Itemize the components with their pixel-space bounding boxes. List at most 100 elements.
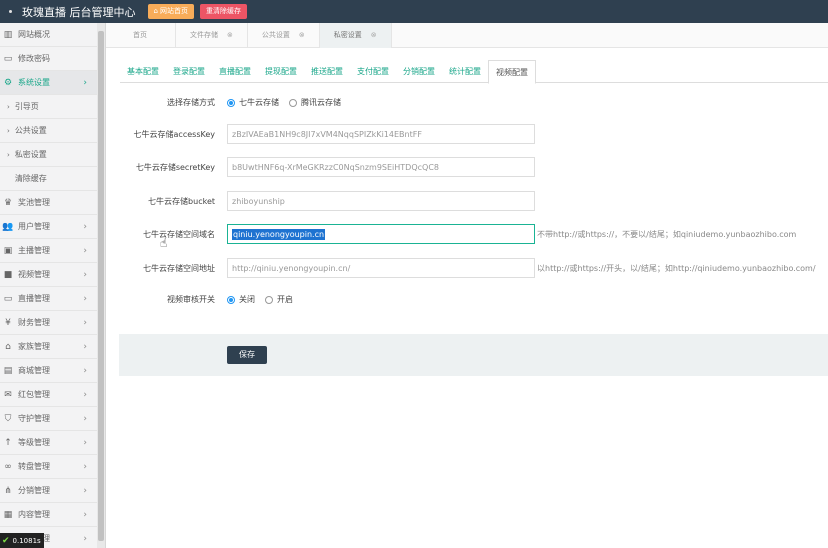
sidebar-item-videos[interactable]: ■ 视频管理 › bbox=[0, 263, 105, 287]
close-icon[interactable]: ⊗ bbox=[227, 23, 233, 48]
audit-off-label[interactable]: 关闭 bbox=[239, 294, 255, 305]
status-bar: ✔ 0.1081s bbox=[0, 533, 44, 548]
users-icon: 👥 bbox=[2, 221, 14, 232]
chevron-right-icon: › bbox=[83, 269, 87, 280]
video-icon: ■ bbox=[3, 269, 13, 280]
sidebar-item-live[interactable]: ▭ 直播管理 › bbox=[0, 287, 105, 311]
url-input[interactable]: http://qiniu.yenongyoupin.cn/ bbox=[227, 258, 535, 278]
chevron-right-icon: › bbox=[83, 509, 87, 520]
home-icon: ⌂ bbox=[153, 7, 158, 15]
sidebar-item-guide[interactable]: › 引导页 bbox=[0, 95, 105, 119]
load-time: 0.1081s bbox=[12, 536, 41, 545]
tab-basic-config[interactable]: 基本配置 bbox=[120, 60, 166, 83]
access-key-label: 七牛云存储accessKey bbox=[133, 129, 215, 139]
chevron-right-icon: › bbox=[83, 533, 87, 544]
chevron-right-icon: › bbox=[83, 413, 87, 424]
sidebar-item-private-settings[interactable]: › 私密设置 bbox=[0, 143, 105, 167]
yen-icon: ¥ bbox=[5, 317, 11, 328]
sidebar-item-level[interactable]: ↑ 等级管理 › bbox=[0, 431, 105, 455]
sidebar-item-finance[interactable]: ¥ 财务管理 › bbox=[0, 311, 105, 335]
close-icon[interactable]: ⊗ bbox=[299, 23, 305, 48]
sidebar-item-clear-cache[interactable]: ›清除缓存 bbox=[0, 167, 105, 191]
url-row: 七牛云存储空间地址 http://qiniu.yenongyoupin.cn/ … bbox=[120, 258, 816, 278]
tab-home[interactable]: 首页 bbox=[106, 23, 176, 48]
hand-cursor-icon: ☝ bbox=[160, 236, 168, 250]
tab-live-config[interactable]: 直播配置 bbox=[212, 60, 258, 83]
secret-key-label: 七牛云存储secretKey bbox=[135, 162, 215, 172]
storage-tencent-radio[interactable] bbox=[289, 98, 297, 107]
bucket-label: 七牛云存储bucket bbox=[148, 196, 215, 206]
bullet-icon: › bbox=[7, 150, 10, 159]
domain-hint: 不带http://或https://，不要以/结尾；如qiniudemo.yun… bbox=[537, 229, 797, 239]
sidebar-scrollbar[interactable] bbox=[97, 23, 105, 548]
scrollbar-thumb[interactable] bbox=[98, 31, 104, 541]
sidebar-item-prize-pool[interactable]: ♛ 奖池管理 bbox=[0, 191, 105, 215]
access-key-row: 七牛云存储accessKey zBzIVAEaB1NH9c8JI7xVM4Nqq… bbox=[120, 124, 535, 144]
level-icon: ↑ bbox=[4, 437, 12, 448]
audit-off-radio[interactable] bbox=[227, 295, 235, 304]
tab-withdraw-config[interactable]: 提现配置 bbox=[258, 60, 304, 83]
domain-input[interactable]: qiniu.yenongyoupin.cn bbox=[227, 224, 535, 244]
audit-on-label[interactable]: 开启 bbox=[277, 294, 293, 305]
sidebar-item-content[interactable]: ▦ 内容管理 › bbox=[0, 503, 105, 527]
bank-icon: ⌂ bbox=[5, 341, 11, 352]
chevron-right-icon: › bbox=[83, 317, 87, 328]
tab-push-config[interactable]: 推送配置 bbox=[304, 60, 350, 83]
monitor-icon: ▭ bbox=[3, 53, 13, 64]
video-audit-row: 视频审核开关 关闭 开启 bbox=[120, 294, 293, 305]
storage-qiniu-label[interactable]: 七牛云存储 bbox=[239, 97, 279, 108]
audit-on-radio[interactable] bbox=[265, 295, 273, 304]
sidebar-item-turntable[interactable]: ∞ 转盘管理 › bbox=[0, 455, 105, 479]
chevron-right-icon: › bbox=[83, 437, 87, 448]
save-button[interactable]: 保存 bbox=[227, 346, 267, 364]
sidebar-item-password[interactable]: ▭ 修改密码 bbox=[0, 47, 105, 71]
top-bar: 玫瑰直播 后台管理中心 ⌂ 网站首页 重清除缓存 bbox=[0, 0, 828, 23]
chevron-right-icon: › bbox=[83, 293, 87, 304]
domain-value-selected: qiniu.yenongyoupin.cn bbox=[232, 228, 326, 240]
sidebar-item-users[interactable]: 👥 用户管理 › bbox=[0, 215, 105, 239]
tab-distribution-config[interactable]: 分销配置 bbox=[396, 60, 442, 83]
bullet-icon: › bbox=[7, 126, 10, 135]
storage-qiniu-radio[interactable] bbox=[227, 98, 235, 107]
app-title: 玫瑰直播 后台管理中心 bbox=[22, 5, 136, 19]
chevron-right-icon: › bbox=[83, 389, 87, 400]
tab-stats-config[interactable]: 统计配置 bbox=[442, 60, 488, 83]
url-label: 七牛云存储空间地址 bbox=[143, 263, 215, 273]
shield-icon: ⛉ bbox=[4, 413, 12, 424]
storage-tencent-label[interactable]: 腾讯云存储 bbox=[301, 97, 341, 108]
chevron-down-icon: › bbox=[83, 77, 87, 88]
tab-file-storage[interactable]: 文件存储 ⊗ bbox=[176, 23, 248, 48]
chevron-right-icon: › bbox=[83, 485, 87, 496]
chevron-right-icon: › bbox=[83, 221, 87, 232]
sidebar-item-overview[interactable]: ▥ 网站概况 bbox=[0, 23, 105, 47]
tab-login-config[interactable]: 登录配置 bbox=[166, 60, 212, 83]
close-icon[interactable]: ⊗ bbox=[371, 23, 377, 48]
sidebar-item-public-settings[interactable]: › 公共设置 bbox=[0, 119, 105, 143]
bucket-input[interactable]: zhiboyunship bbox=[227, 191, 535, 211]
menu-dot-icon[interactable] bbox=[9, 10, 12, 13]
site-home-button[interactable]: ⌂ 网站首页 bbox=[147, 4, 194, 19]
bucket-row: 七牛云存储bucket zhiboyunship bbox=[120, 191, 535, 211]
sidebar-item-family[interactable]: ⌂ 家族管理 › bbox=[0, 335, 105, 359]
tab-public-settings[interactable]: 公共设置 ⊗ bbox=[248, 23, 320, 48]
sidebar-item-system-settings[interactable]: ⚙ 系统设置 › bbox=[0, 71, 105, 95]
bullet-icon: › bbox=[7, 102, 10, 111]
chevron-right-icon: › bbox=[83, 245, 87, 256]
secret-key-row: 七牛云存储secretKey b8UwtHNF6q-XrMeGKRzzC0NqS… bbox=[120, 157, 535, 177]
url-hint: 以http://或https://开头，以/结尾；如http://qiniude… bbox=[537, 263, 816, 273]
sidebar-item-shop[interactable]: ▤ 商城管理 › bbox=[0, 359, 105, 383]
chevron-right-icon: › bbox=[83, 461, 87, 472]
tab-private-settings[interactable]: 私密设置 ⊗ bbox=[319, 23, 392, 48]
page-tabs: 首页 文件存储 ⊗ 公共设置 ⊗ 私密设置 ⊗ bbox=[106, 23, 828, 48]
access-key-input[interactable]: zBzIVAEaB1NH9c8JI7xVM4NqqSPIZkKi14EBntFF bbox=[227, 124, 535, 144]
clear-cache-button[interactable]: 重清除缓存 bbox=[199, 4, 247, 19]
secret-key-input[interactable]: b8UwtHNF6q-XrMeGKRzzC0NqSnzm9SEiHTDQcQC8 bbox=[227, 157, 535, 177]
sidebar-item-distribution[interactable]: ⋔ 分销管理 › bbox=[0, 479, 105, 503]
sidebar-item-anchors[interactable]: ▣ 主播管理 › bbox=[0, 239, 105, 263]
gamepad-icon: ∞ bbox=[4, 461, 12, 472]
sidebar-item-guard[interactable]: ⛉ 守护管理 › bbox=[0, 407, 105, 431]
tab-video-config[interactable]: 视频配置 bbox=[488, 60, 536, 84]
check-icon: ✔ bbox=[2, 535, 10, 546]
sidebar-item-red-packet[interactable]: ✉ 红包管理 › bbox=[0, 383, 105, 407]
tab-payment-config[interactable]: 支付配置 bbox=[350, 60, 396, 83]
